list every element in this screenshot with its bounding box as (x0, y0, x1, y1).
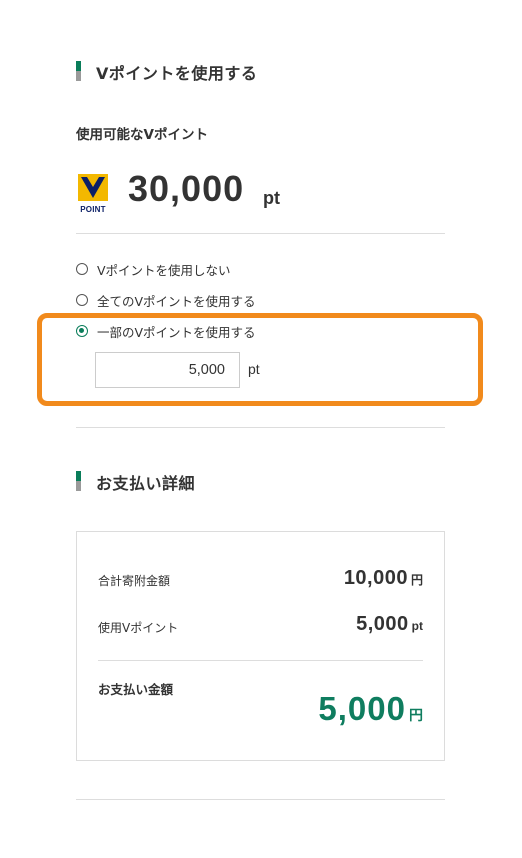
payment-amount-value: 5,000 円 (318, 690, 423, 728)
radio-button[interactable] (76, 294, 88, 306)
used-points-amount: 5,000 (356, 613, 409, 635)
radio-option-use-all[interactable]: 全てのVポイントを使用する (76, 291, 256, 309)
payment-amount-unit: 円 (409, 707, 423, 723)
used-points-unit: pt (411, 619, 423, 633)
points-balance-value: 30,000 (128, 168, 245, 209)
vpoint-section-title: Vポイントを使用する (96, 64, 258, 83)
radio-button[interactable] (76, 263, 88, 275)
donation-total-unit: 円 (410, 573, 423, 587)
radio-label: 全てのVポイントを使用する (97, 293, 256, 309)
radio-option-no-use[interactable]: Vポイントを使用しない (76, 260, 231, 278)
divider (76, 799, 445, 800)
section-marker-icon (76, 61, 81, 81)
payment-section-title: お支払い詳細 (96, 474, 196, 493)
divider (76, 427, 445, 428)
payment-amount: 5,000 (318, 690, 406, 727)
vpoint-logo-text: POINT (80, 205, 106, 214)
donation-total-amount: 10,000 (343, 567, 408, 589)
available-points-label: 使用可能なVポイント (76, 127, 208, 143)
used-points-label: 使用Vポイント (98, 621, 179, 635)
divider (76, 233, 445, 234)
vpoint-logo-icon: POINT (78, 174, 108, 214)
section-marker-icon (76, 471, 81, 491)
divider (98, 660, 423, 661)
used-points-value: 5,000 pt (356, 613, 423, 636)
points-balance-unit: pt (263, 188, 280, 208)
payment-amount-label: お支払い金額 (98, 682, 174, 697)
donation-total-label: 合計寄附金額 (98, 574, 171, 588)
highlight-annotation-box (37, 313, 483, 406)
radio-label: Vポイントを使用しない (97, 262, 231, 278)
donation-total-value: 10,000 円 (344, 567, 423, 590)
